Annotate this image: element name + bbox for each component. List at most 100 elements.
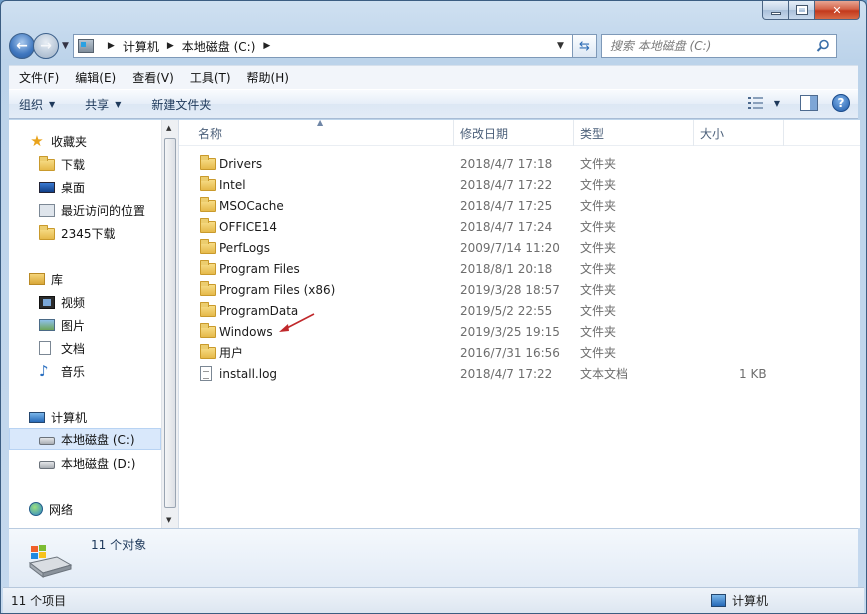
music-icon: ♪ [39, 362, 49, 380]
breadcrumb-chevron-icon[interactable]: ▶ [108, 41, 115, 51]
file-type: 文件夹 [580, 304, 617, 318]
file-date: 2019/3/28 18:57 [460, 282, 560, 297]
chevron-down-icon[interactable]: ▼ [774, 99, 780, 108]
status-bar: 11 个项目 计算机 [3, 587, 864, 613]
column-header-name[interactable]: ▲ 名称 [179, 118, 454, 146]
menu-edit[interactable]: 编辑(E) [67, 69, 124, 86]
file-date: 2016/7/31 16:56 [460, 345, 560, 360]
file-type: 文件夹 [580, 262, 617, 276]
nav-libraries[interactable]: 库 [9, 268, 161, 290]
computer-icon [29, 411, 45, 423]
navigation-pane: ★ 收藏夹 下载 桌面 最近访问的位置 2345下载 库 视频 图片 文档 ♪ … [9, 120, 161, 528]
nav-documents[interactable]: 文档 [9, 337, 161, 359]
breadcrumb-chevron-icon[interactable]: ▶ [263, 41, 270, 51]
share-button[interactable]: 共享 ▼ [76, 96, 130, 113]
drive-icon [39, 461, 55, 469]
file-type: 文件夹 [580, 346, 617, 360]
forward-button[interactable]: → [33, 33, 59, 59]
file-row[interactable]: install.log 2018/4/7 17:22 文本文档 1 KB [179, 363, 779, 384]
maximize-button[interactable] [789, 1, 815, 20]
document-icon [39, 341, 51, 355]
column-header-date[interactable]: 修改日期 [454, 120, 574, 146]
breadcrumb-drive-c[interactable]: 本地磁盘 (C:) [182, 38, 256, 55]
address-history-dropdown-icon[interactable]: ▼ [557, 41, 564, 51]
menu-view[interactable]: 查看(V) [124, 69, 182, 86]
search-box[interactable] [600, 34, 837, 58]
folder-icon [200, 155, 216, 170]
menu-file[interactable]: 文件(F) [11, 69, 67, 86]
file-row[interactable]: ProgramData 2019/5/2 22:55 文件夹 [179, 300, 779, 321]
file-name: install.log [219, 366, 278, 381]
breadcrumb-computer[interactable]: 计算机 [123, 38, 159, 55]
scrollbar-thumb[interactable] [164, 138, 176, 508]
file-row[interactable]: Intel 2018/4/7 17:22 文件夹 [179, 174, 779, 195]
file-row[interactable]: Program Files (x86) 2019/3/28 18:57 文件夹 [179, 279, 779, 300]
search-input[interactable] [609, 39, 810, 53]
file-type: 文件夹 [580, 325, 617, 339]
folder-icon [39, 156, 55, 171]
address-bar[interactable]: ▶ 计算机 ▶ 本地磁盘 (C:) ▶ ▼ [72, 34, 573, 58]
file-date: 2018/4/7 17:22 [460, 177, 553, 192]
video-icon [39, 295, 55, 309]
explorer-window: ✕ ← → ▼ ▶ 计算机 ▶ 本地磁盘 (C:) ▶ ▼ ⇆ 文件(F) 编辑… [0, 0, 867, 614]
nav-label: 本地磁盘 (C:) [61, 432, 135, 447]
address-row: ← → ▼ ▶ 计算机 ▶ 本地磁盘 (C:) ▶ ▼ ⇆ [9, 31, 858, 61]
computer-icon [710, 594, 726, 607]
menu-help[interactable]: 帮助(H) [239, 69, 297, 86]
file-row[interactable]: Program Files 2018/8/1 20:18 文件夹 [179, 258, 779, 279]
minimize-icon [770, 11, 781, 15]
nav-drive-c[interactable]: 本地磁盘 (C:) [9, 428, 161, 450]
nav-recent-places[interactable]: 最近访问的位置 [9, 199, 161, 221]
file-name: Intel [219, 177, 246, 192]
file-row[interactable]: 用户 2016/7/31 16:56 文件夹 [179, 342, 779, 363]
back-button[interactable]: ← [9, 33, 35, 59]
nav-network[interactable]: 网络 [9, 498, 161, 520]
command-bar-right: ▼ ? [747, 94, 850, 112]
navigation-pane-scrollbar[interactable]: ▲ ▼ [161, 120, 178, 528]
file-type: 文件夹 [580, 178, 617, 192]
folder-icon [200, 344, 216, 359]
nav-downloads[interactable]: 下载 [9, 153, 161, 175]
new-folder-button[interactable]: 新建文件夹 [142, 96, 220, 113]
close-button[interactable]: ✕ [815, 1, 860, 20]
nav-drive-d[interactable]: 本地磁盘 (D:) [9, 452, 161, 474]
scroll-down-icon[interactable]: ▼ [166, 516, 171, 524]
help-icon[interactable]: ? [832, 94, 850, 112]
search-icon[interactable] [816, 39, 830, 53]
preview-pane-icon[interactable] [800, 95, 818, 111]
nav-pictures[interactable]: 图片 [9, 314, 161, 336]
file-type: 文件夹 [580, 199, 617, 213]
file-row[interactable]: Windows 2019/3/25 19:15 文件夹 [179, 321, 779, 342]
view-options-icon[interactable] [747, 96, 764, 110]
column-header-type[interactable]: 类型 [574, 120, 694, 146]
file-date: 2018/4/7 17:22 [460, 366, 553, 381]
file-row[interactable]: Drivers 2018/4/7 17:18 文件夹 [179, 153, 779, 174]
organize-button[interactable]: 组织 ▼ [9, 96, 64, 113]
file-row[interactable]: PerfLogs 2009/7/14 11:20 文件夹 [179, 237, 779, 258]
folder-icon [200, 302, 216, 317]
scroll-up-icon[interactable]: ▲ [166, 124, 171, 132]
breadcrumb-chevron-icon[interactable]: ▶ [167, 41, 174, 51]
nav-favorites[interactable]: ★ 收藏夹 [9, 130, 161, 152]
file-name: OFFICE14 [219, 219, 278, 234]
nav-videos[interactable]: 视频 [9, 291, 161, 313]
recent-pages-dropdown[interactable]: ▼ [62, 41, 69, 51]
minimize-button[interactable] [762, 1, 789, 20]
computer-icon [77, 39, 94, 53]
nav-label: 2345下载 [61, 226, 116, 241]
file-row[interactable]: OFFICE14 2018/4/7 17:24 文件夹 [179, 216, 779, 237]
nav-2345-downloads[interactable]: 2345下载 [9, 222, 161, 244]
network-icon [29, 502, 43, 516]
file-row[interactable]: MSOCache 2018/4/7 17:25 文件夹 [179, 195, 779, 216]
column-header-size[interactable]: 大小 [694, 120, 784, 146]
file-type: 文本文档 [580, 367, 629, 381]
file-type: 文件夹 [580, 283, 617, 297]
column-label: 名称 [198, 126, 223, 141]
status-item-count: 11 个项目 [11, 594, 67, 608]
menu-tools[interactable]: 工具(T) [182, 69, 239, 86]
nav-desktop[interactable]: 桌面 [9, 176, 161, 198]
refresh-button[interactable]: ⇆ [572, 34, 597, 58]
folder-icon [39, 225, 55, 240]
nav-music[interactable]: ♪ 音乐 [9, 360, 161, 382]
nav-computer[interactable]: 计算机 [9, 406, 161, 428]
